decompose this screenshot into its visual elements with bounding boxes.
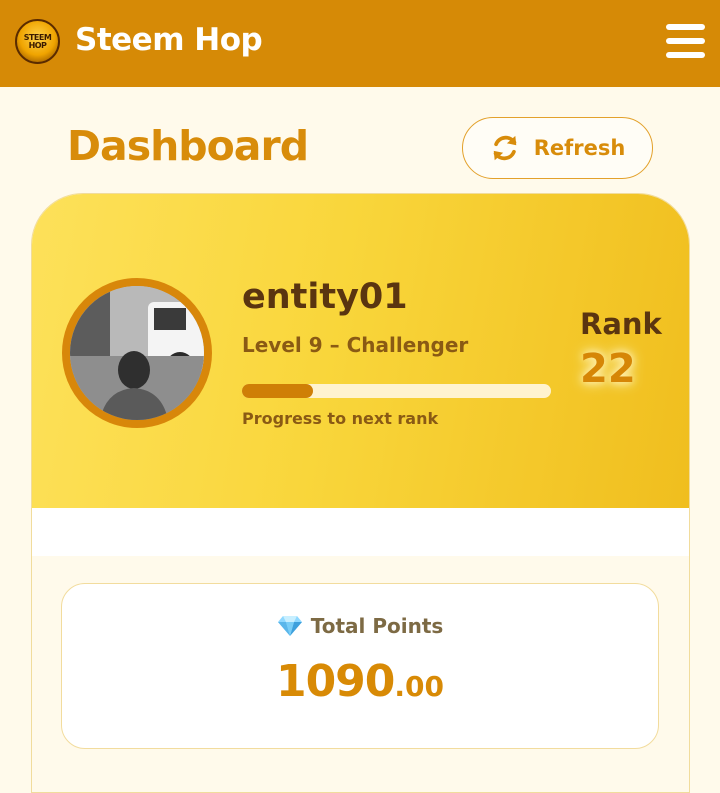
refresh-icon: [493, 135, 516, 161]
username: entity01: [242, 277, 408, 317]
progress-label: Progress to next rank: [242, 409, 439, 428]
menu-icon-bar: [666, 52, 705, 58]
page-title: Dashboard: [67, 122, 309, 170]
rank-progress-bar: [242, 384, 551, 398]
profile-hero: entity01 Level 9 – Challenger Progress t…: [32, 194, 689, 508]
rank-label: Rank: [580, 307, 662, 341]
points-header: Total Points: [62, 614, 658, 638]
menu-icon: [666, 24, 705, 30]
steem-hop-logo[interactable]: STEEM HOP: [15, 19, 60, 64]
refresh-button[interactable]: Refresh: [462, 117, 653, 179]
level-label: Level 9 – Challenger: [242, 333, 469, 357]
rank-value: 22: [580, 346, 636, 392]
avatar-photo: [70, 286, 204, 420]
menu-icon-bar: [666, 38, 705, 44]
avatar[interactable]: [62, 278, 212, 428]
refresh-label: Refresh: [533, 136, 626, 160]
gem-icon: [277, 616, 302, 636]
logo-text: STEEM HOP: [23, 33, 52, 50]
top-app-bar: STEEM HOP Steem Hop: [0, 0, 720, 87]
menu-button[interactable]: [666, 22, 705, 60]
rank-progress-fill: [242, 384, 314, 398]
points-value: 1090.00: [62, 656, 658, 707]
app-title[interactable]: Steem Hop: [75, 22, 263, 58]
points-value-dec: .00: [394, 670, 445, 703]
total-points-card: Total Points 1090.00: [61, 583, 659, 749]
points-value-int: 1090: [275, 656, 395, 707]
points-label: Total Points: [310, 614, 444, 638]
